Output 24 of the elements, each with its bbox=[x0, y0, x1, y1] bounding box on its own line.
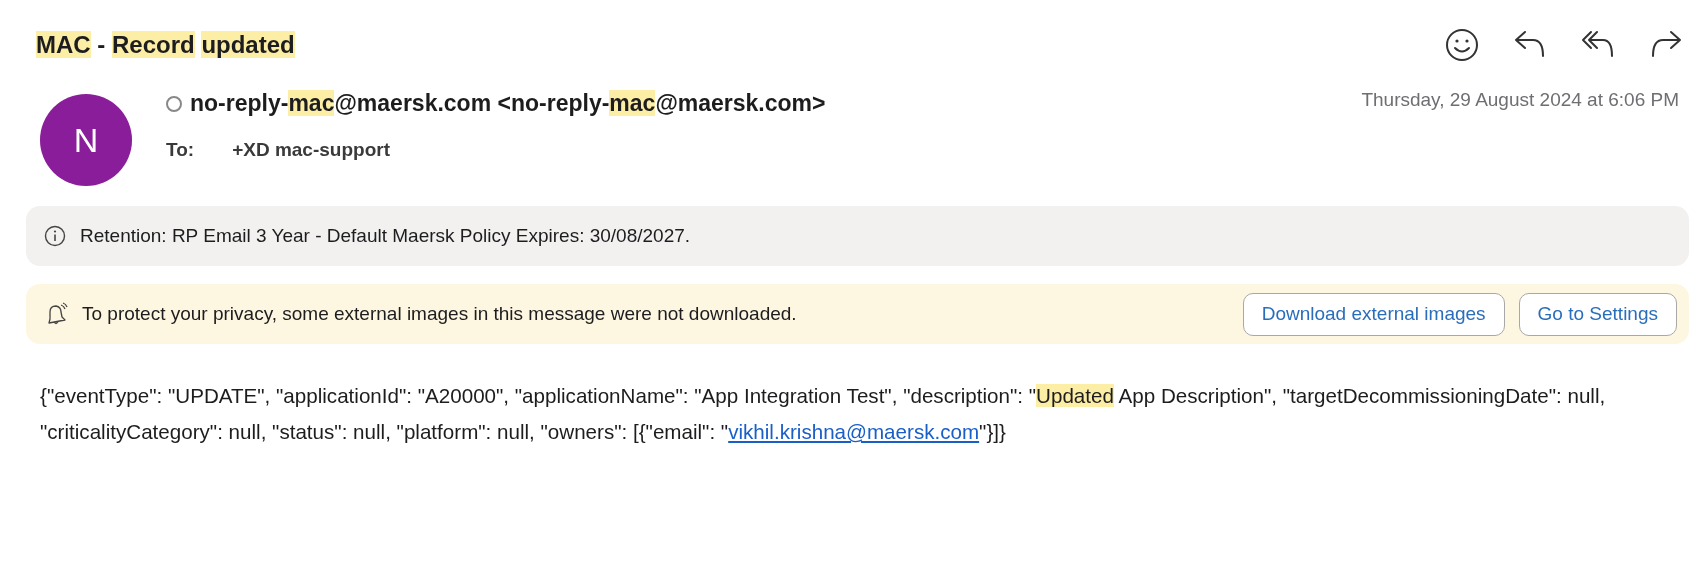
info-icon bbox=[44, 225, 66, 247]
message-date: Thursday, 29 August 2024 at 6:06 PM bbox=[1361, 88, 1679, 111]
sender-address: no-reply-mac@maersk.com <no-reply-mac@maersk.com> bbox=[190, 90, 826, 117]
sender-avatar: N bbox=[40, 94, 132, 186]
search-highlight: Record bbox=[112, 31, 195, 58]
search-highlight: mac bbox=[609, 90, 656, 116]
reply-icon[interactable] bbox=[1513, 28, 1547, 58]
email-subject: MAC - Record updated bbox=[36, 31, 295, 59]
search-highlight: mac bbox=[288, 90, 335, 116]
privacy-notice: To protect your privacy, some external images in this message were not downloaded. bbox=[82, 303, 798, 325]
search-highlight: Updated bbox=[1036, 384, 1114, 407]
settings-button[interactable]: Go to Settings bbox=[1518, 292, 1677, 336]
reply-all-icon[interactable] bbox=[1581, 28, 1615, 58]
search-highlight: updated bbox=[201, 31, 295, 58]
retention-text: Retention: RP Email 3 Year - Default Maersk Policy Expires: 30/08/2027. bbox=[80, 225, 692, 247]
emoji-icon[interactable] bbox=[1445, 28, 1479, 62]
to-label: To: bbox=[166, 139, 195, 161]
download-images-button[interactable]: Download external images bbox=[1242, 292, 1505, 336]
email-link[interactable]: vikhil.krishna@maersk.com bbox=[728, 420, 980, 443]
recipient: +XD mac-support bbox=[232, 139, 390, 161]
forward-icon[interactable] bbox=[1649, 28, 1683, 58]
message-body: {"eventType": "UPDATE", "applicationId": "A20000", "applicationName": "App Integration Test", "description": "Updated App Description", "targetDecommissioningDate": null, "criticalityCategory": null, "status": null, "platform": null, "owners": [{"email": "vikhil.krishna@maersk.com"}]} bbox=[40, 383, 1607, 445]
unread-indicator[interactable] bbox=[166, 95, 182, 112]
search-highlight: MAC bbox=[36, 31, 91, 58]
